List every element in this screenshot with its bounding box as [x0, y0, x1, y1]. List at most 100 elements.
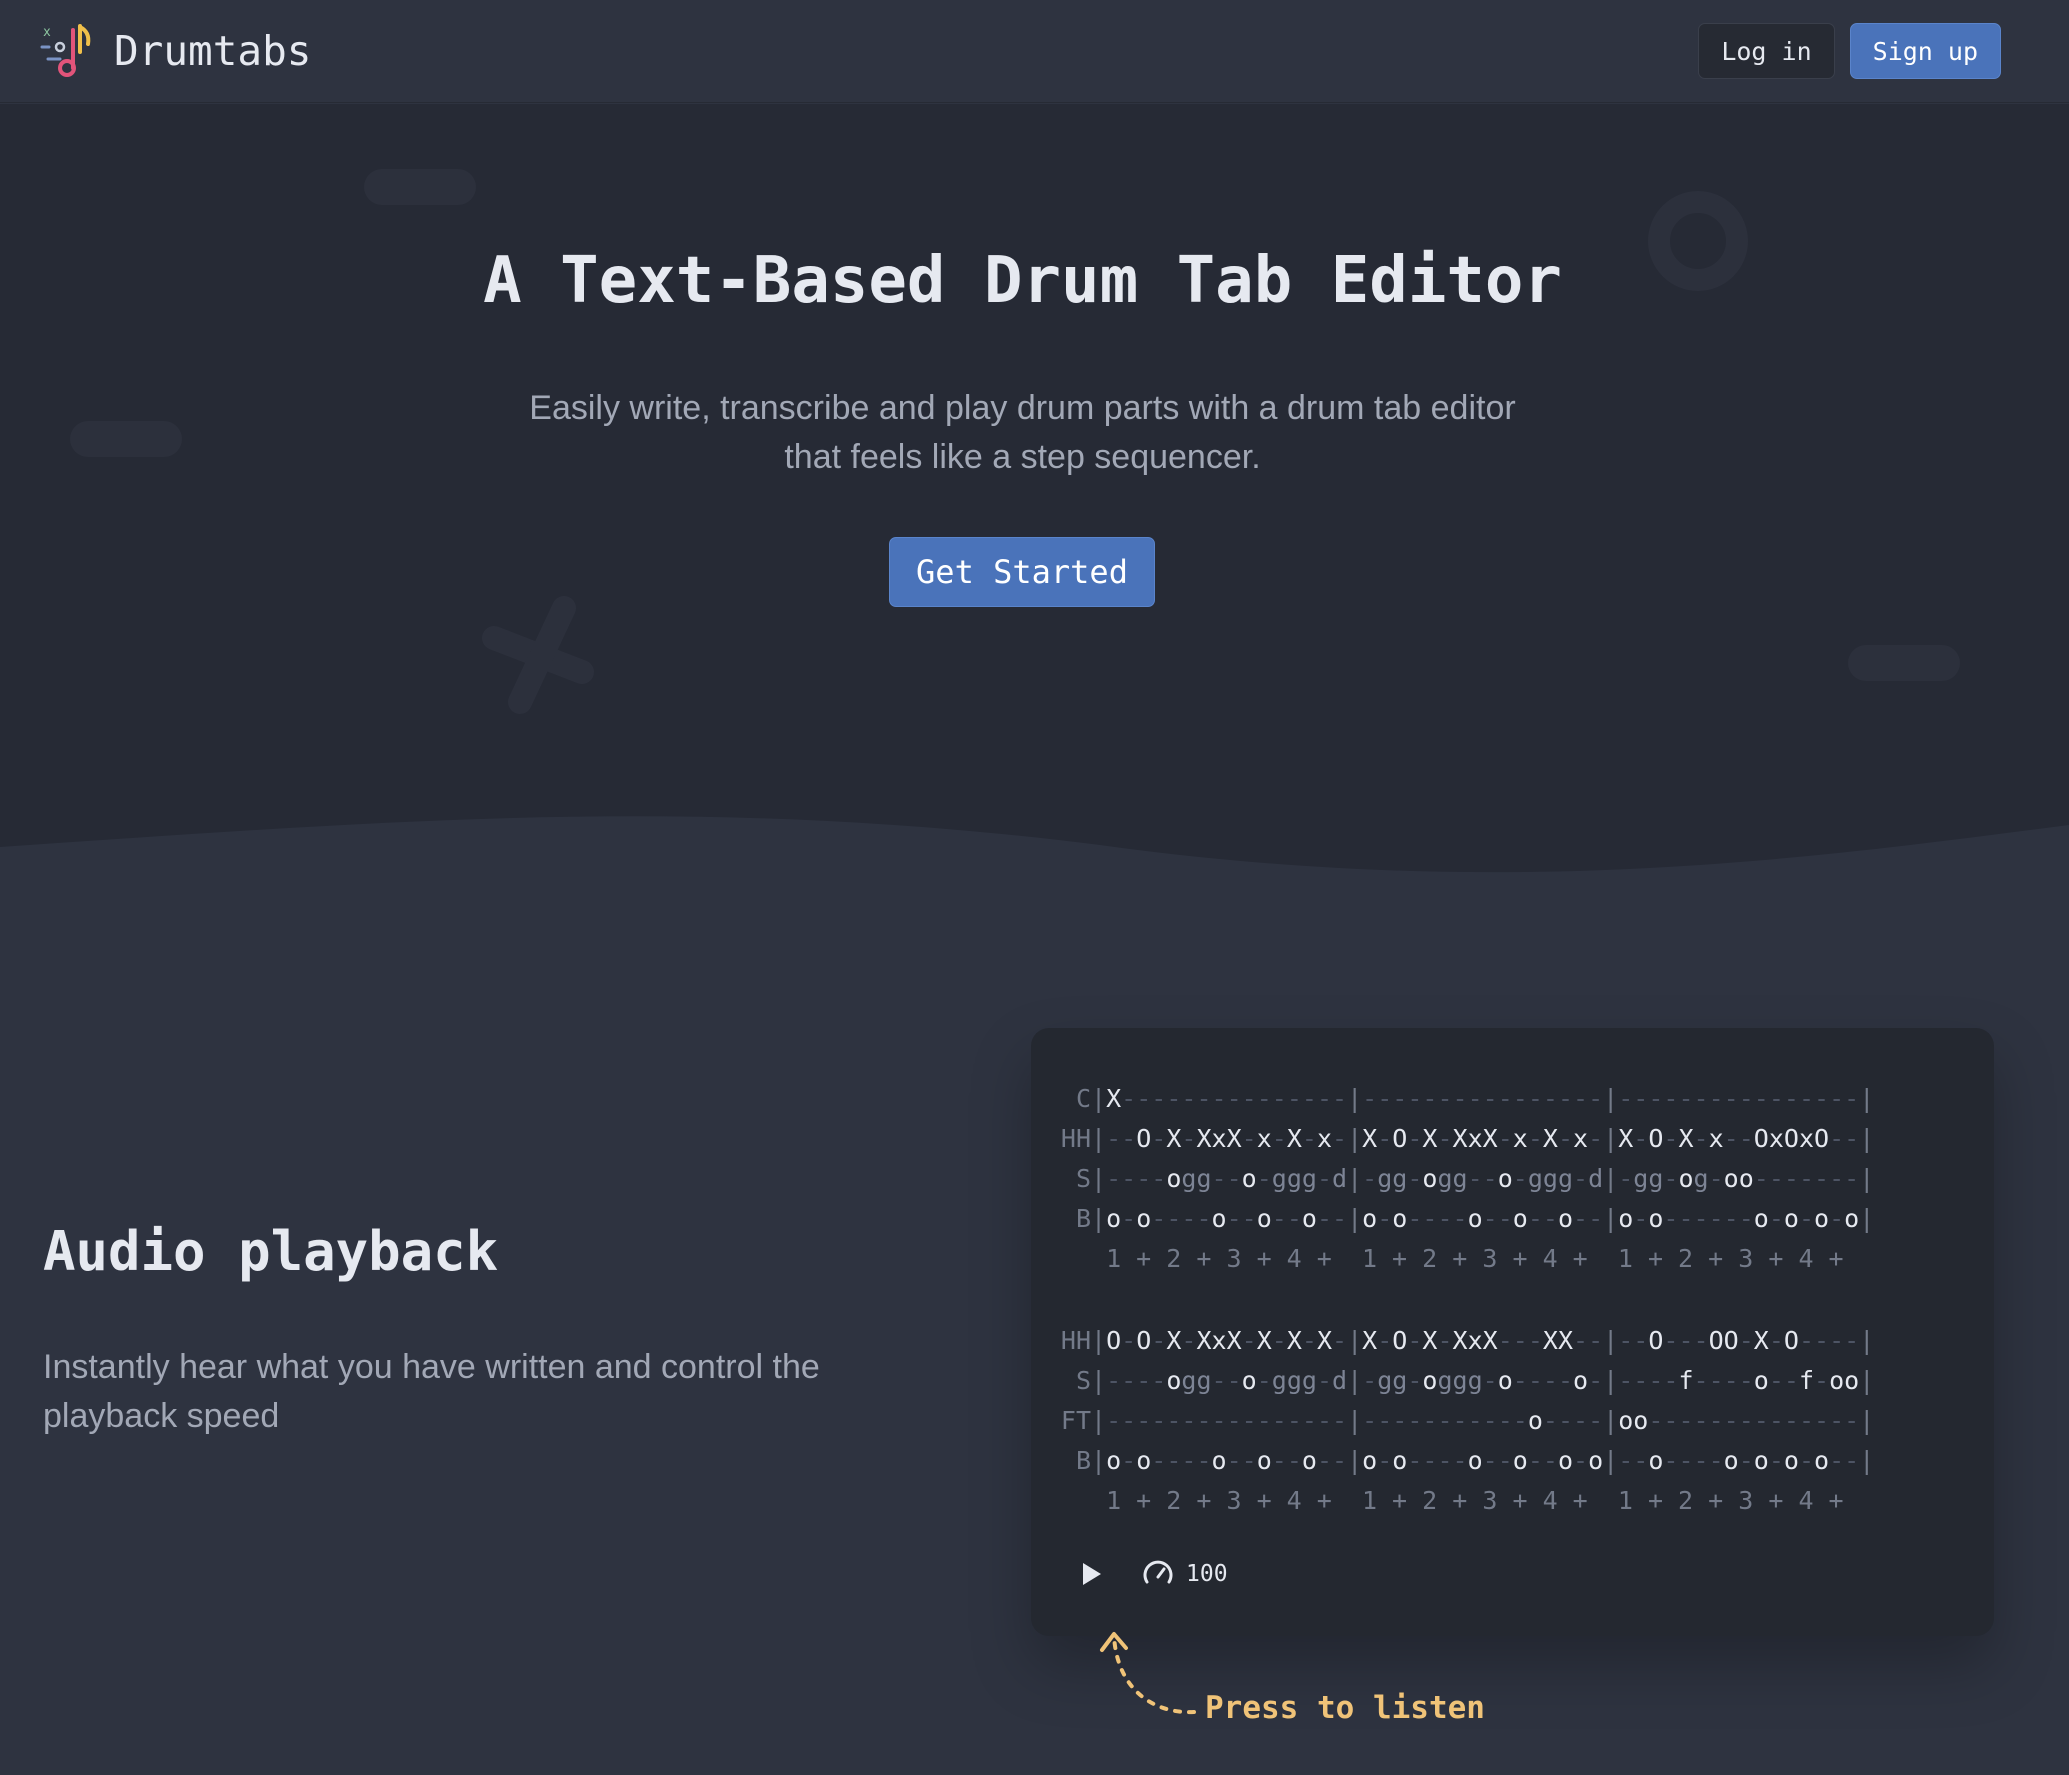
rest-step: -: [1527, 1083, 1543, 1113]
measure-bar: |: [1859, 1365, 1875, 1395]
rest-step: -: [1542, 1445, 1558, 1475]
note-step: g: [1377, 1163, 1393, 1193]
rest-step: -: [1362, 1083, 1378, 1113]
tab-line[interactable]: S | - - - - o g g - - o - g g g - d | - g g - o g g g - o - - - - o - | - - - -…: [1053, 1360, 1874, 1400]
note-step: o: [1136, 1445, 1152, 1475]
drum-tab-editor[interactable]: C | X - - - - - - - - - - - - - - - | - - - - - - - - - - - - - - - - | - - - -…: [1031, 1028, 1994, 1636]
rest-step: -: [1256, 1163, 1272, 1193]
note-step: o: [1211, 1445, 1227, 1475]
rest-step: -: [1783, 1365, 1799, 1395]
tab-line[interactable]: B | o - o - - - - o - - o - - o - - | o - o - - - - o - - o - - o - - | o - o -…: [1053, 1198, 1874, 1238]
rest-step: -: [1663, 1163, 1679, 1193]
tab-line[interactable]: S | - - - - o g g - - o - g g g - d | - g g - o g g - - o - g g g - d | - g g -…: [1053, 1158, 1874, 1198]
rest-step: -: [1573, 1405, 1589, 1435]
tab-line[interactable]: C | X - - - - - - - - - - - - - - - | - - - - - - - - - - - - - - - - | - - - -…: [1053, 1078, 1874, 1118]
rest-step: -: [1557, 1123, 1573, 1153]
tab-line[interactable]: HH | - - O - X - Xx X - x - X - x - | X - O - X - Xx X - x - X - x - | X - O…: [1053, 1118, 1874, 1158]
instrument-label: HH: [1060, 1123, 1091, 1153]
rest-step: -: [1316, 1203, 1332, 1233]
rest-step: -: [1332, 1123, 1348, 1153]
note-step: g: [1452, 1365, 1468, 1395]
note-step: x: [1316, 1123, 1332, 1153]
measure-bar: |: [1347, 1123, 1363, 1153]
rest-step: -: [1332, 1445, 1348, 1475]
note-step: o: [1648, 1445, 1664, 1475]
rest-step: -: [1271, 1325, 1287, 1355]
beat-count: 1 + 2 + 3 + 4 +: [1361, 1485, 1588, 1515]
hero-wave-divider: [0, 816, 2069, 890]
rest-step: -: [1301, 1325, 1317, 1355]
note-step: X: [1753, 1325, 1769, 1355]
note-step: o: [1783, 1445, 1799, 1475]
rest-step: -: [1377, 1405, 1393, 1435]
rest-step: -: [1332, 1325, 1348, 1355]
rest-step: -: [1633, 1203, 1649, 1233]
rest-step: -: [1226, 1163, 1242, 1193]
rest-step: -: [1377, 1083, 1393, 1113]
get-started-button[interactable]: Get Started: [889, 537, 1155, 607]
rest-step: -: [1407, 1083, 1423, 1113]
note-step: g: [1181, 1163, 1197, 1193]
tempo-control[interactable]: 100: [1142, 1558, 1228, 1590]
note-step: o: [1844, 1365, 1860, 1395]
measure-bar: |: [1603, 1405, 1619, 1435]
tab-line[interactable]: FT | - - - - - - - - - - - - - - - - | - - - - - - - - - - - o - - - - | o o -…: [1053, 1400, 1874, 1440]
rest-step: -: [1286, 1203, 1302, 1233]
signup-button[interactable]: Sign up: [1849, 23, 2001, 79]
measure-bar: |: [1091, 1445, 1107, 1475]
rest-step: -: [1708, 1445, 1724, 1475]
rest-step: -: [1121, 1123, 1137, 1153]
note-step: g: [1271, 1365, 1287, 1395]
measure-bar: |: [1603, 1203, 1619, 1233]
login-button[interactable]: Log in: [1698, 23, 1835, 79]
rest-step: -: [1121, 1083, 1137, 1113]
rest-step: -: [1437, 1203, 1453, 1233]
hero-title: A Text-Based Drum Tab Editor: [483, 244, 1562, 318]
rest-step: -: [1271, 1083, 1287, 1113]
note-step: o: [1678, 1163, 1694, 1193]
hero-section: A Text-Based Drum Tab Editor Easily writ…: [0, 104, 2069, 884]
rest-step: -: [1814, 1325, 1830, 1355]
rest-step: -: [1753, 1163, 1769, 1193]
rest-step: -: [1588, 1365, 1604, 1395]
rest-step: -: [1768, 1325, 1784, 1355]
note-step: g: [1557, 1163, 1573, 1193]
rest-step: -: [1136, 1163, 1152, 1193]
brand[interactable]: x Drumtabs: [40, 22, 311, 80]
rest-step: -: [1106, 1405, 1122, 1435]
tab-line[interactable]: HH | O - O - X - Xx X - X - X - X - | X - O - X - Xx X - - - X X - - | - - O…: [1053, 1320, 1874, 1360]
note-step: o: [1753, 1445, 1769, 1475]
rest-step: -: [1512, 1405, 1528, 1435]
rest-step: -: [1166, 1445, 1182, 1475]
note-step: X: [1256, 1325, 1272, 1355]
count-gap: [1588, 1244, 1618, 1273]
rest-step: -: [1151, 1083, 1167, 1113]
tab-line[interactable]: B | o - o - - - - o - - o - - o - - | o - o - - - - o - - o - - o - o | - - o -…: [1053, 1440, 1874, 1480]
play-button[interactable]: [1076, 1558, 1108, 1590]
rest-step: -: [1829, 1445, 1845, 1475]
rest-step: -: [1407, 1163, 1423, 1193]
note-step: d: [1588, 1163, 1604, 1193]
brand-name: Drumtabs: [114, 27, 312, 75]
rest-step: -: [1151, 1445, 1167, 1475]
rest-step: -: [1753, 1083, 1769, 1113]
rest-step: -: [1151, 1365, 1167, 1395]
rest-step: -: [1497, 1405, 1513, 1435]
count-gap: [1332, 1486, 1362, 1515]
rest-step: -: [1316, 1163, 1332, 1193]
rest-step: -: [1527, 1203, 1543, 1233]
note-step: X: [1452, 1325, 1468, 1355]
beat-count: 1 + 2 + 3 + 4 +: [1106, 1243, 1332, 1273]
instrument-label: B: [1075, 1445, 1091, 1475]
note-step: X: [1362, 1325, 1378, 1355]
rest-step: -: [1693, 1123, 1709, 1153]
note-step: O: [1136, 1123, 1152, 1153]
note-step: g: [1196, 1163, 1212, 1193]
rest-step: -: [1106, 1365, 1122, 1395]
note-step: o: [1573, 1365, 1589, 1395]
rest-step: -: [1708, 1365, 1724, 1395]
rest-step: -: [1362, 1405, 1378, 1435]
measure-bar: |: [1859, 1325, 1875, 1355]
rest-step: -: [1618, 1325, 1634, 1355]
note-step: g: [1301, 1163, 1317, 1193]
